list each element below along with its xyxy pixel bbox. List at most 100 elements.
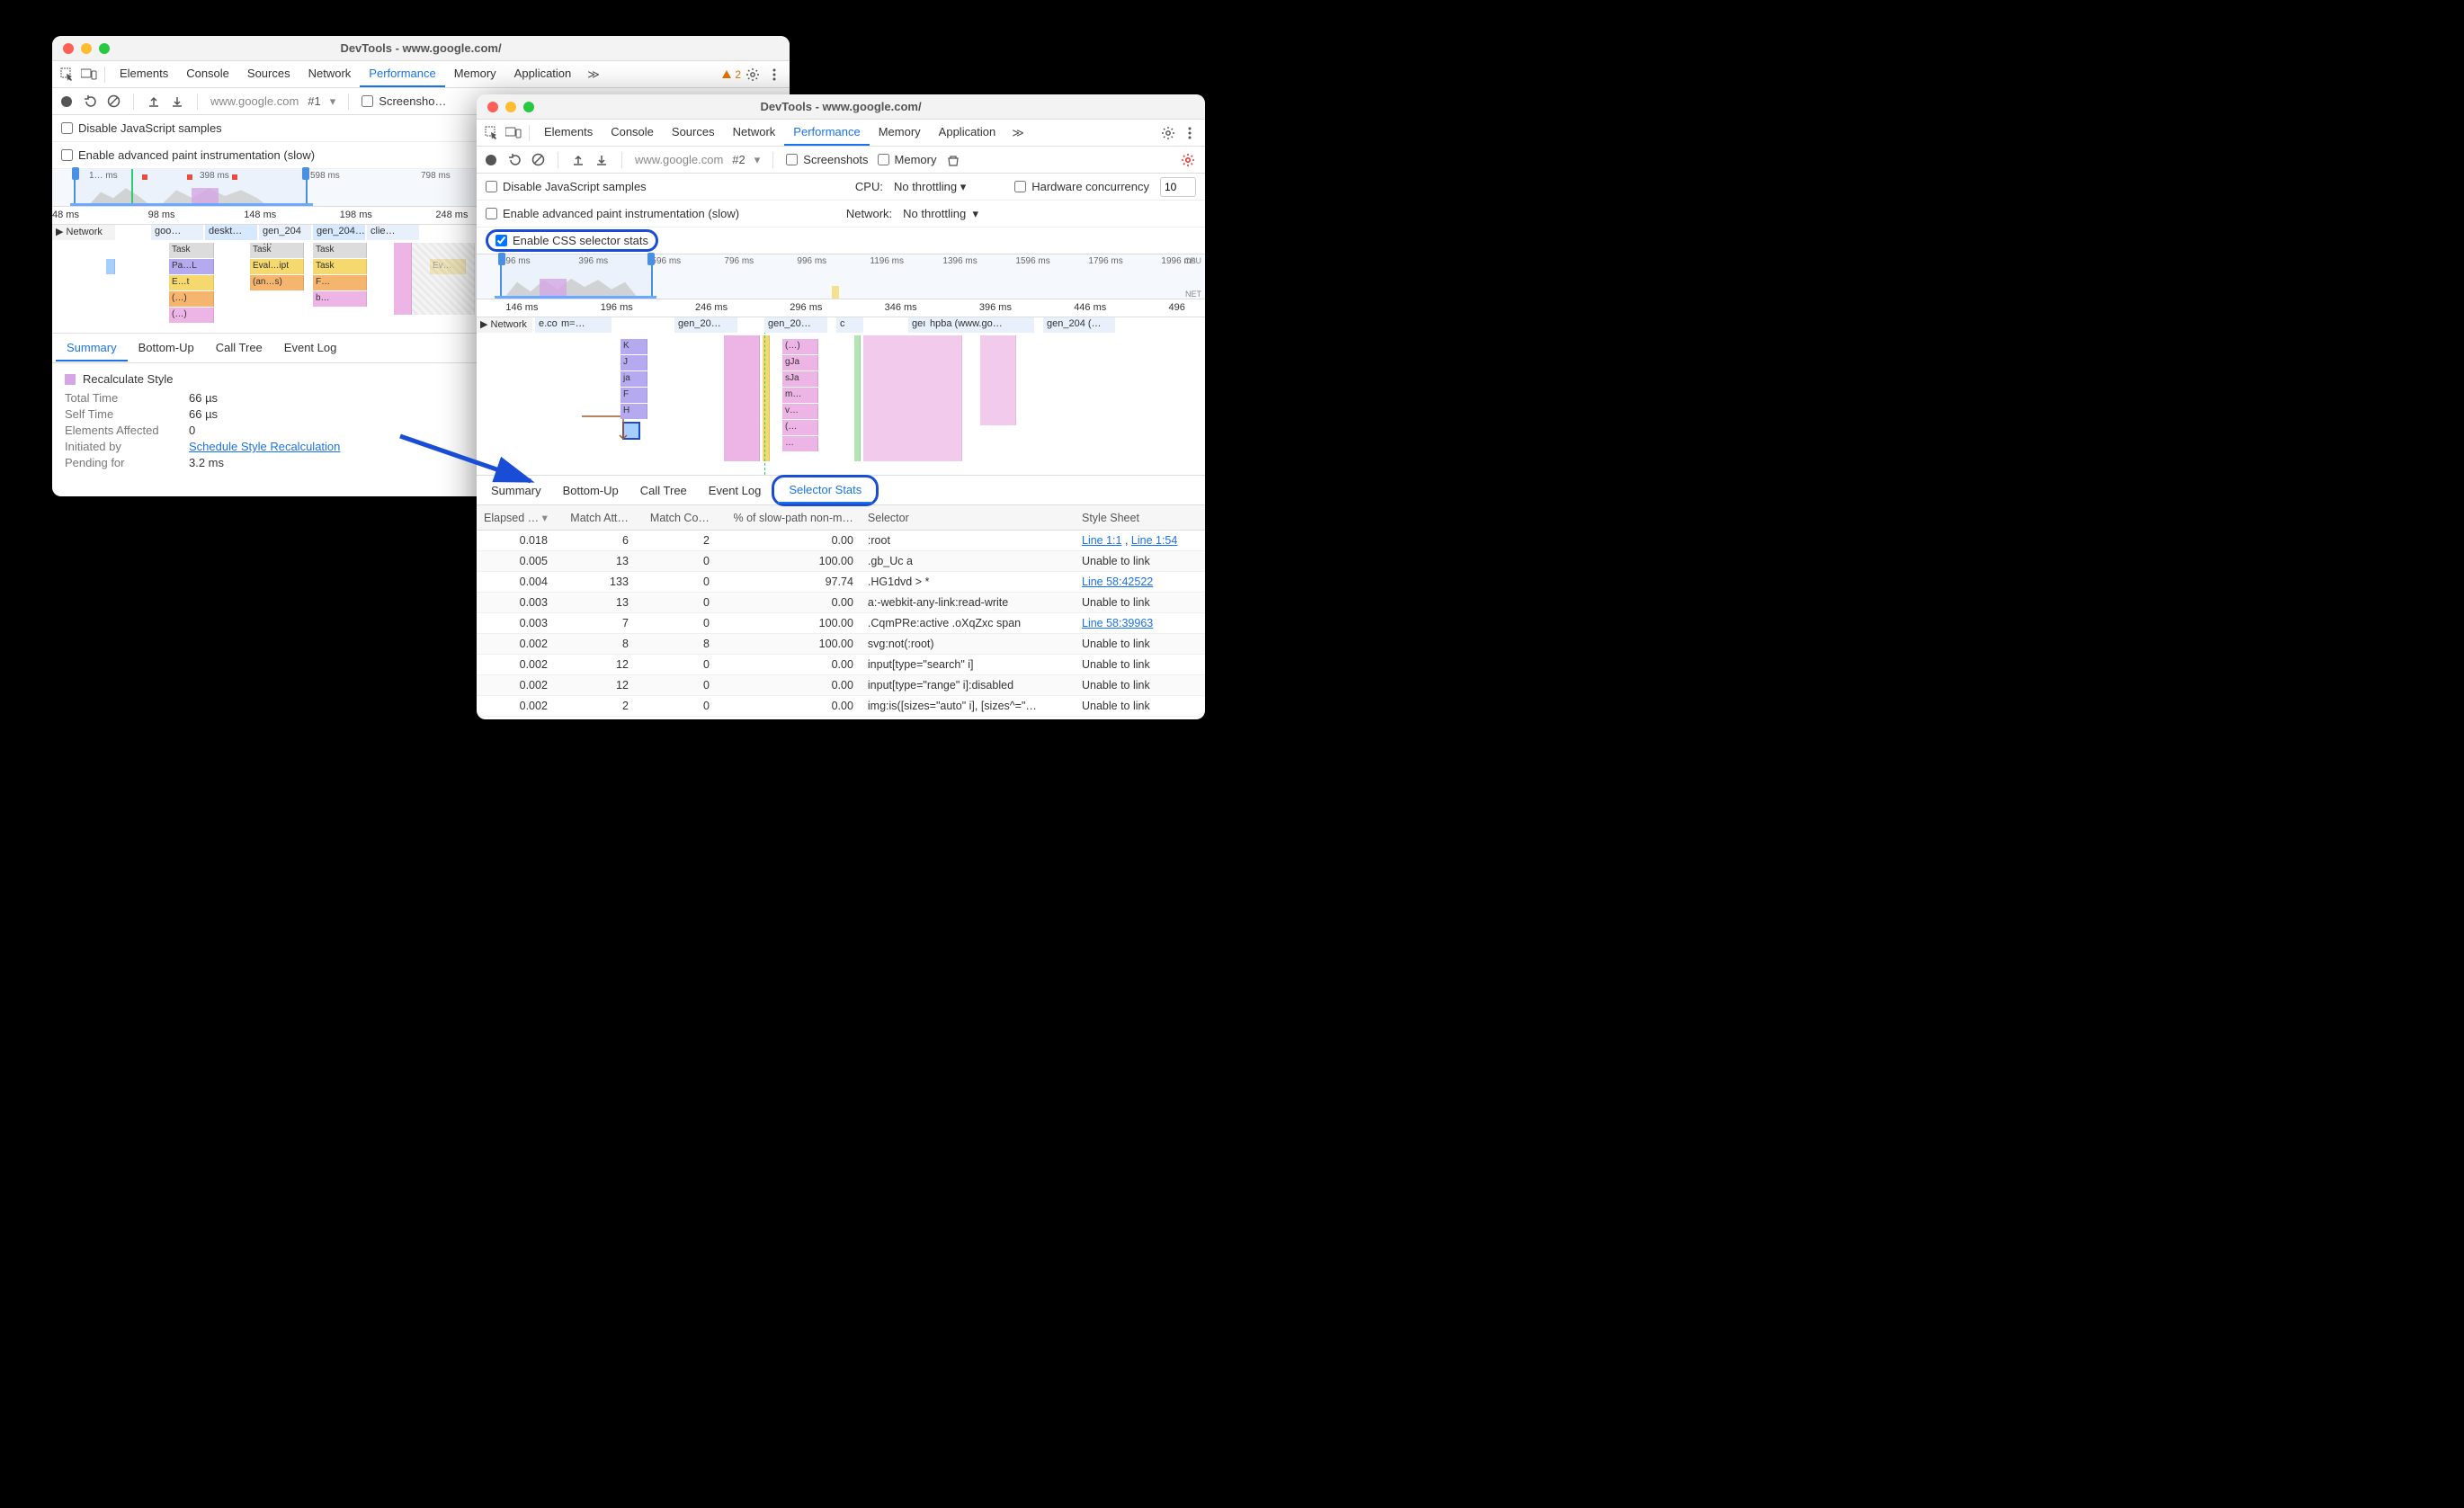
tab-call-tree[interactable]: Call Tree bbox=[205, 335, 273, 361]
tab-call-tree[interactable]: Call Tree bbox=[629, 478, 698, 503]
flame-block[interactable]: Pa…L bbox=[169, 259, 214, 274]
recording-select-caret[interactable]: ▾ bbox=[330, 94, 336, 109]
flame-block[interactable]: Task bbox=[169, 243, 214, 258]
tab-network[interactable]: Network bbox=[299, 61, 361, 87]
tab-summary[interactable]: Summary bbox=[56, 335, 128, 361]
clear-icon[interactable] bbox=[106, 94, 121, 109]
tab-bottom-up[interactable]: Bottom-Up bbox=[552, 478, 629, 503]
stylesheet-link[interactable]: Line 58:42522 bbox=[1082, 576, 1153, 588]
tab-network[interactable]: Network bbox=[724, 120, 785, 146]
hwc-input[interactable] bbox=[1160, 177, 1196, 197]
ruler[interactable]: 146 ms196 ms246 ms296 ms346 ms396 ms446 … bbox=[477, 299, 1205, 317]
flame-block[interactable]: ja bbox=[620, 371, 647, 387]
settings-gear-icon[interactable] bbox=[1158, 123, 1178, 143]
more-tabs-icon[interactable]: ≫ bbox=[1006, 126, 1030, 140]
memory-checkbox[interactable]: Memory bbox=[878, 153, 937, 166]
hwc-checkbox[interactable]: Hardware concurrency bbox=[1014, 180, 1149, 193]
flame-block[interactable]: sJa bbox=[782, 371, 818, 387]
network-item[interactable]: clie… bbox=[367, 225, 419, 240]
col-header[interactable]: Selector bbox=[861, 505, 1075, 531]
network-item[interactable]: gen_20… bbox=[764, 317, 827, 333]
flame-strip[interactable] bbox=[854, 335, 861, 461]
flame-block[interactable]: J bbox=[620, 355, 647, 370]
more-menu-icon[interactable] bbox=[764, 65, 784, 85]
device-toolbar-icon[interactable] bbox=[504, 123, 523, 143]
flame-chart[interactable]: ▶ Network e.comm=…gen_20…gen_20…cgeıhpba… bbox=[477, 317, 1205, 475]
download-icon[interactable] bbox=[170, 94, 184, 109]
more-tabs-icon[interactable]: ≫ bbox=[582, 67, 605, 82]
table-row[interactable]: 0.00370100.00.CqmPRe:active .oXqZxc span… bbox=[477, 613, 1205, 634]
titlebar[interactable]: DevTools - www.google.com/ bbox=[52, 36, 790, 61]
table-row[interactable]: 0.018620.00:rootLine 1:1 , Line 1:54 bbox=[477, 531, 1205, 551]
record-icon[interactable] bbox=[484, 153, 498, 167]
tab-performance[interactable]: Performance bbox=[360, 61, 444, 87]
disable-js-checkbox[interactable]: Disable JavaScript samples bbox=[61, 121, 222, 135]
advanced-paint-checkbox[interactable]: Enable advanced paint instrumentation (s… bbox=[486, 207, 739, 220]
col-header[interactable]: % of slow-path non-m… bbox=[717, 505, 861, 531]
advanced-paint-checkbox[interactable]: Enable advanced paint instrumentation (s… bbox=[61, 148, 315, 162]
flame-block[interactable] bbox=[394, 243, 412, 315]
capture-settings-gear-icon[interactable] bbox=[1178, 150, 1198, 170]
network-item[interactable]: gen_204 (… bbox=[1043, 317, 1115, 333]
settings-gear-icon[interactable] bbox=[743, 65, 763, 85]
tab-sources[interactable]: Sources bbox=[663, 120, 724, 146]
flame-block[interactable]: Eval…ipt bbox=[250, 259, 304, 274]
flame-block[interactable]: K bbox=[620, 339, 647, 354]
network-item[interactable]: geı bbox=[908, 317, 926, 333]
tab-event-log[interactable]: Event Log bbox=[698, 478, 772, 503]
cpu-throttle-select[interactable]: No throttling ▾ bbox=[894, 180, 966, 194]
table-row[interactable]: 0.00288100.00svg:not(:root)Unable to lin… bbox=[477, 634, 1205, 655]
flame-block[interactable]: b… bbox=[313, 291, 367, 307]
inspect-icon[interactable] bbox=[58, 65, 77, 85]
tab-sources[interactable]: Sources bbox=[238, 61, 299, 87]
flame-block[interactable] bbox=[106, 259, 115, 274]
flame-block[interactable]: v… bbox=[782, 404, 818, 419]
more-menu-icon[interactable] bbox=[1180, 123, 1200, 143]
reload-icon[interactable] bbox=[507, 153, 522, 167]
table-row[interactable]: 0.0021200.00input[type="search" i]Unable… bbox=[477, 655, 1205, 675]
network-item[interactable]: hpba (www.go… bbox=[926, 317, 1034, 333]
stylesheet-link[interactable]: Line 1:1 bbox=[1082, 534, 1121, 547]
flame-block[interactable]: E…t bbox=[169, 275, 214, 290]
flame-block[interactable]: … bbox=[782, 436, 818, 451]
tab-elements[interactable]: Elements bbox=[535, 120, 602, 146]
tab-bottom-up[interactable]: Bottom-Up bbox=[128, 335, 205, 361]
flame-block[interactable]: (…) bbox=[169, 291, 214, 307]
timeline-minimap[interactable]: 96 ms396 ms596 ms796 ms996 ms1196 ms1396… bbox=[477, 254, 1205, 299]
flame-block[interactable]: H bbox=[620, 404, 647, 419]
tab-memory[interactable]: Memory bbox=[870, 120, 930, 146]
col-header[interactable]: Match Co… bbox=[636, 505, 717, 531]
summary-link[interactable]: Schedule Style Recalculation bbox=[189, 440, 340, 453]
flame-block[interactable]: Task bbox=[313, 259, 367, 274]
flame-block[interactable]: m… bbox=[782, 388, 818, 403]
gc-icon[interactable] bbox=[946, 153, 960, 167]
tab-event-log[interactable]: Event Log bbox=[273, 335, 348, 361]
table-row[interactable]: 0.0031300.00a:-webkit-any-link:read-writ… bbox=[477, 593, 1205, 613]
enable-selector-stats-checkbox[interactable]: Enable CSS selector stats bbox=[495, 234, 648, 247]
flame-block[interactable]: F… bbox=[313, 275, 367, 290]
network-item[interactable]: m=… bbox=[558, 317, 612, 333]
flame-block[interactable]: (…) bbox=[169, 308, 214, 323]
tab-summary[interactable]: Summary bbox=[480, 478, 552, 503]
col-header[interactable]: Elapsed … bbox=[477, 505, 555, 531]
warnings-badge[interactable]: 2 bbox=[721, 68, 741, 81]
titlebar[interactable]: DevTools - www.google.com/ bbox=[477, 94, 1205, 120]
flame-strip[interactable] bbox=[724, 335, 760, 461]
network-throttle-select[interactable]: No throttling ▾ bbox=[903, 207, 978, 221]
network-item[interactable]: gen_20… bbox=[674, 317, 737, 333]
screenshots-checkbox[interactable]: Screenshots bbox=[786, 153, 868, 166]
stylesheet-link[interactable]: Line 1:54 bbox=[1131, 534, 1177, 547]
recording-select-caret[interactable]: ▾ bbox=[754, 153, 761, 167]
network-item[interactable]: goo… bbox=[151, 225, 203, 240]
flame-block[interactable]: (… bbox=[782, 420, 818, 435]
clear-icon[interactable] bbox=[531, 153, 545, 167]
record-icon[interactable] bbox=[59, 94, 74, 109]
table-row[interactable]: 0.005130100.00.gb_Uc aUnable to link bbox=[477, 551, 1205, 572]
download-icon[interactable] bbox=[594, 153, 609, 167]
inspect-icon[interactable] bbox=[482, 123, 502, 143]
flame-block[interactable]: gJa bbox=[782, 355, 818, 370]
device-toolbar-icon[interactable] bbox=[79, 65, 99, 85]
network-item[interactable]: gen_204… bbox=[313, 225, 365, 240]
table-row[interactable]: 0.0021200.00input[type="range" i]:disabl… bbox=[477, 675, 1205, 696]
tab-memory[interactable]: Memory bbox=[445, 61, 505, 87]
